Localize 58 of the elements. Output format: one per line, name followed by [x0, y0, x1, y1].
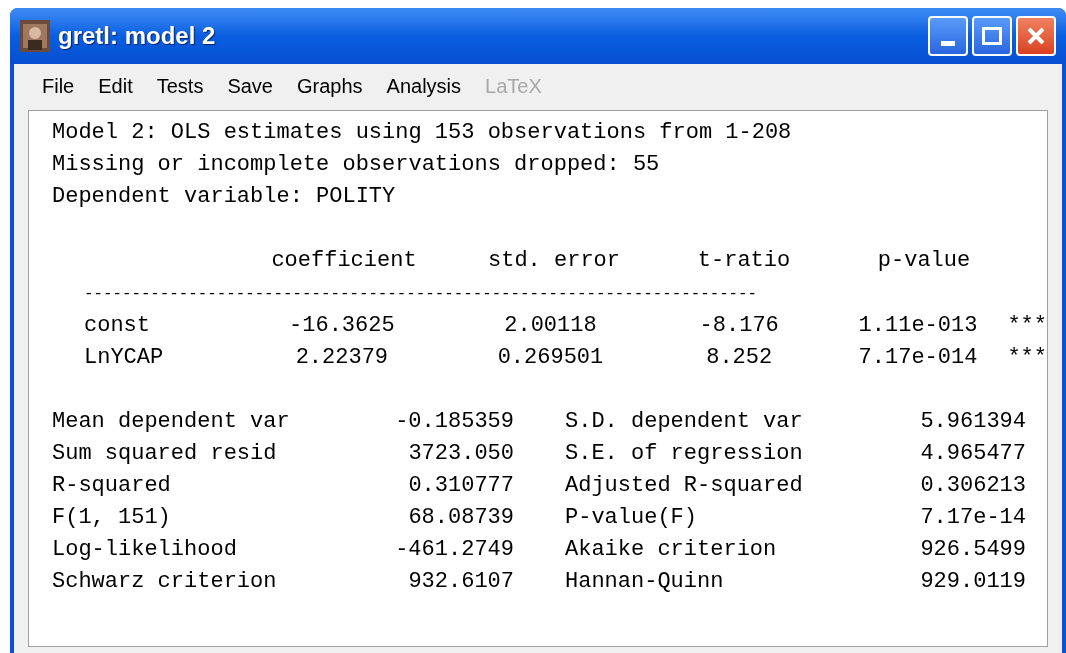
statistic-label: Log-likelihood: [52, 536, 238, 564]
statistic-value: 7.17e-14: [920, 504, 1026, 532]
coefficient-value: 7.17e-014: [858, 344, 978, 372]
minimize-button[interactable]: [928, 16, 968, 56]
menu-item[interactable]: Analysis: [386, 71, 462, 101]
coefficient-value: -16.3625: [289, 312, 395, 340]
statistic-value: 932.6107: [408, 568, 514, 596]
statistic-value: 4.965477: [920, 440, 1026, 468]
output-line: Dependent variable: POLITY: [52, 183, 396, 211]
significance-stars: ***: [1007, 344, 1047, 372]
statistic-label: Mean dependent var: [52, 408, 291, 436]
statistic-value: -461.2749: [395, 536, 514, 564]
column-header: t-ratio: [697, 247, 791, 275]
statistic-label: S.D. dependent var: [565, 408, 804, 436]
menu-item[interactable]: Save: [227, 71, 273, 101]
close-icon: [1026, 26, 1046, 46]
statistic-label: R-squared: [52, 472, 172, 500]
output-line: Missing or incomplete observations dropped: 55: [52, 151, 660, 179]
menu-item[interactable]: Tests: [156, 71, 204, 101]
column-header: coefficient: [271, 247, 417, 275]
statistic-label: Adjusted R-squared: [565, 472, 804, 500]
dashed-rule: -----------------------------------------------------------------------: [84, 285, 758, 303]
significance-stars: ***: [1007, 312, 1047, 340]
variable-name: const: [84, 312, 151, 340]
statistic-label: Sum squared resid: [52, 440, 278, 468]
minimize-icon: [941, 41, 955, 46]
column-header: std. error: [488, 247, 620, 275]
app-icon: [20, 20, 50, 52]
menu-item[interactable]: Graphs: [297, 71, 363, 101]
statistic-label: S.E. of regression: [565, 440, 804, 468]
statistic-value: 3723.050: [408, 440, 514, 468]
maximize-icon: [982, 27, 1002, 45]
menu-item[interactable]: File: [42, 71, 75, 101]
statistic-value: 68.08739: [408, 504, 514, 532]
statistic-value: 5.961394: [920, 408, 1026, 436]
variable-name: LnYCAP: [84, 344, 165, 372]
window-title: gretl: model 2: [58, 21, 216, 51]
statistic-value: 0.306213: [920, 472, 1026, 500]
statistic-label: Hannan-Quinn: [565, 568, 725, 596]
maximize-button[interactable]: [972, 16, 1012, 56]
coefficient-value: 1.11e-013: [858, 312, 978, 340]
column-header: p-value: [877, 247, 971, 275]
coefficient-value: -8.176: [699, 312, 779, 340]
statistic-label: F(1, 151): [52, 504, 172, 532]
coefficient-value: 0.269501: [497, 344, 604, 372]
statistic-value: 0.310777: [408, 472, 514, 500]
close-button[interactable]: [1016, 16, 1056, 56]
output-line: Model 2: OLS estimates using 153 observations from 1-208: [52, 119, 792, 147]
coefficient-value: 8.252: [706, 344, 773, 372]
menu-item[interactable]: Edit: [98, 71, 133, 101]
statistic-label: P-value(F): [565, 504, 699, 532]
statistic-label: Schwarz criterion: [52, 568, 278, 596]
coefficient-value: 2.00118: [504, 312, 597, 340]
coefficient-value: 2.22379: [295, 344, 389, 372]
statistic-value: -0.185359: [395, 408, 514, 436]
statistic-label: Akaike criterion: [565, 536, 778, 564]
statistic-value: 926.5499: [920, 536, 1026, 564]
statistic-value: 929.0119: [920, 568, 1026, 596]
